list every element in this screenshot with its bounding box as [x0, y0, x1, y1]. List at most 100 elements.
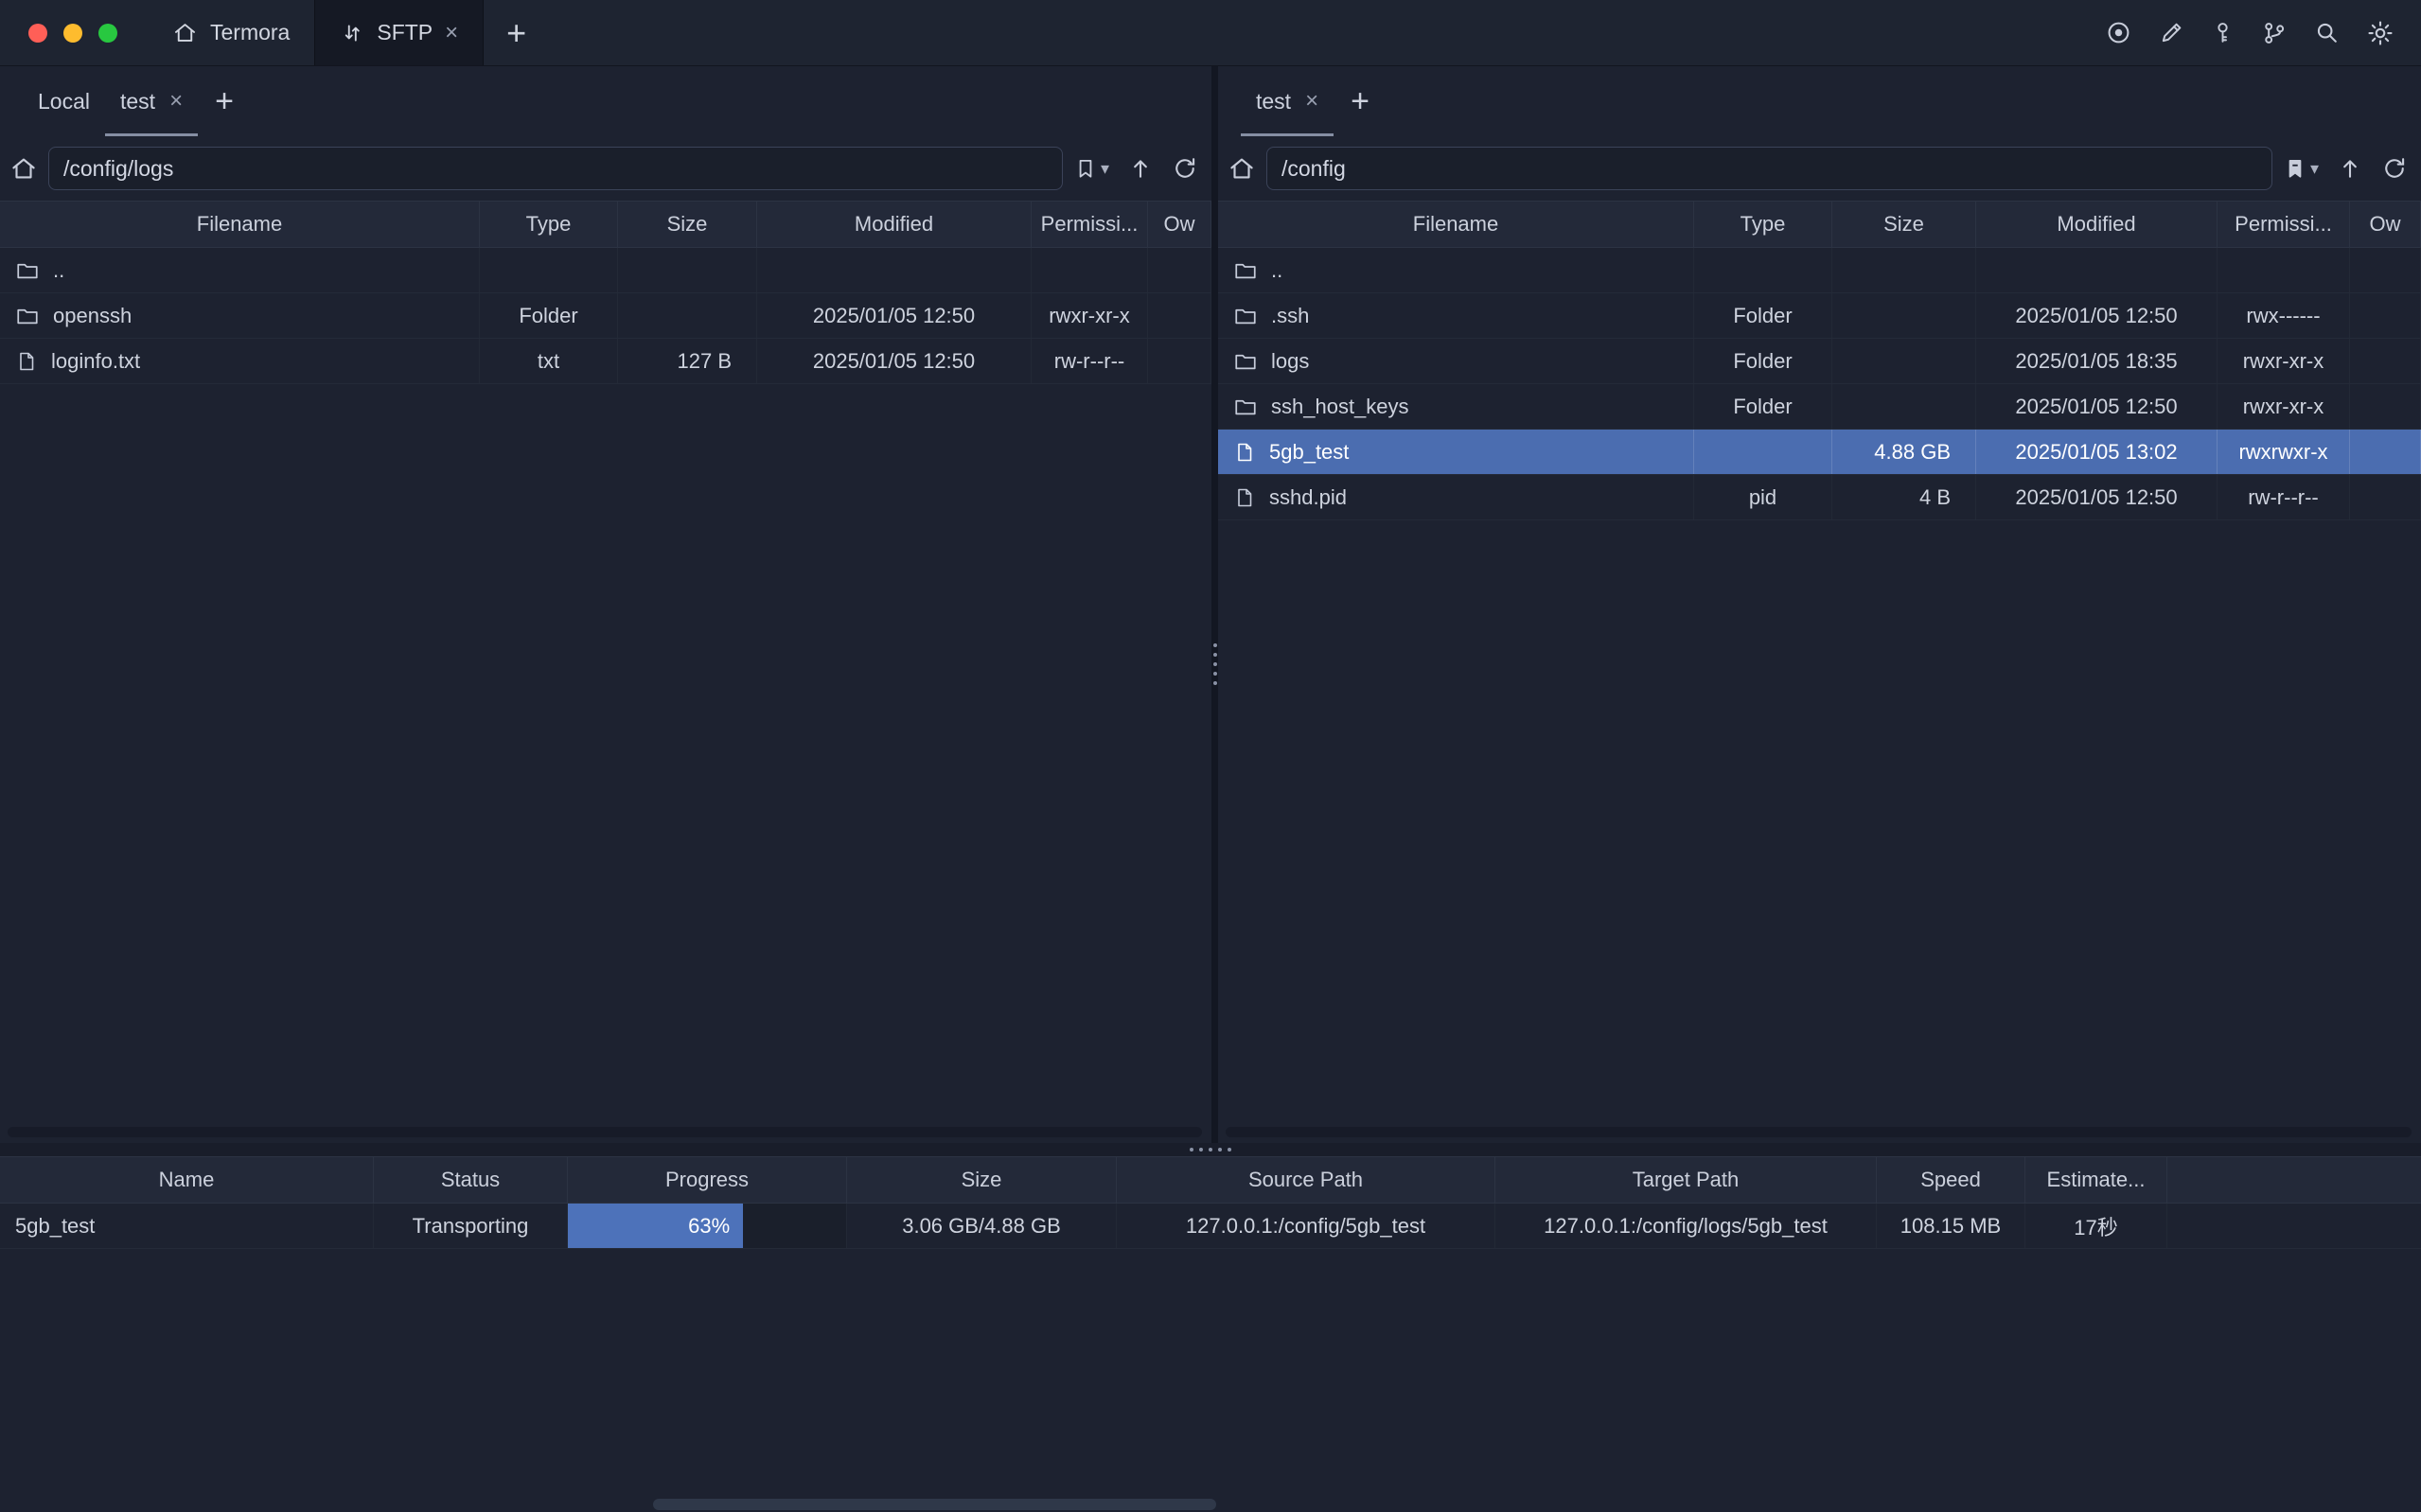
- tab-label: test: [1256, 89, 1291, 114]
- transfer-row[interactable]: 5gb_testTransporting63%3.06 GB/4.88 GB12…: [0, 1204, 2421, 1249]
- file-row[interactable]: opensshFolder2025/01/05 12:50rwxr-xr-x: [0, 293, 1211, 339]
- file-row[interactable]: logsFolder2025/01/05 18:35rwxr-xr-x: [1218, 339, 2421, 384]
- parent-directory-button[interactable]: [1127, 155, 1154, 182]
- tab-test-left[interactable]: test ×: [105, 66, 198, 136]
- keys-button[interactable]: [2210, 20, 2235, 45]
- horizontal-scrollbar-right[interactable]: [1226, 1127, 2412, 1137]
- size-cell: [1832, 339, 1976, 383]
- column-header-permissi[interactable]: Permissi...: [1032, 202, 1148, 247]
- column-header-type[interactable]: Type: [1694, 202, 1832, 247]
- column-header-name[interactable]: Name: [0, 1157, 374, 1203]
- zoom-window-button[interactable]: [98, 24, 117, 43]
- path-input-right[interactable]: [1266, 147, 2272, 190]
- pane-splitter[interactable]: [1211, 66, 1218, 1143]
- type-cell: Folder: [1694, 293, 1832, 338]
- column-header-status[interactable]: Status: [374, 1157, 568, 1203]
- key-icon: [2210, 20, 2235, 45]
- estimate-cell: 17秒: [2025, 1204, 2167, 1248]
- transfer-row-filler: [2167, 1204, 2421, 1248]
- file-row[interactable]: ..: [1218, 248, 2421, 293]
- tab-termora[interactable]: Termora: [148, 0, 314, 65]
- modified-cell: 2025/01/05 12:50: [1976, 293, 2218, 338]
- bookmark-button[interactable]: [1073, 156, 1098, 181]
- refresh-button[interactable]: [1172, 155, 1198, 182]
- column-header-size[interactable]: Size: [847, 1157, 1117, 1203]
- new-tab-button-left[interactable]: +: [198, 66, 251, 136]
- tab-local[interactable]: Local: [23, 66, 105, 136]
- column-header-filler: [2167, 1157, 2421, 1203]
- speed-cell: 108.15 MB: [1877, 1204, 2025, 1248]
- filename-cell: .ssh: [1218, 293, 1694, 338]
- parent-directory-button[interactable]: [2337, 155, 2363, 182]
- type-cell: [1694, 430, 1832, 474]
- window-controls: [0, 0, 148, 65]
- home-button[interactable]: [1228, 154, 1256, 183]
- file-row[interactable]: loginfo.txttxt127 B2025/01/05 12:50rw-r-…: [0, 339, 1211, 384]
- horizontal-scrollbar-transfers[interactable]: [653, 1499, 1216, 1510]
- splitter-grip-icon: [1190, 1148, 1231, 1152]
- file-row[interactable]: 5gb_test4.88 GB2025/01/05 13:02rwxrwxr-x: [1218, 430, 2421, 475]
- right-file-pane: test × + ▾: [1218, 66, 2421, 1143]
- path-input-left[interactable]: [48, 147, 1063, 190]
- column-header-targetpath[interactable]: Target Path: [1495, 1157, 1877, 1203]
- file-row[interactable]: sshd.pidpid4 B2025/01/05 12:50rw-r--r--: [1218, 475, 2421, 520]
- column-header-modified[interactable]: Modified: [757, 202, 1032, 247]
- close-tab-icon[interactable]: ×: [169, 90, 183, 113]
- file-row[interactable]: ..: [0, 248, 1211, 293]
- tab-sftp[interactable]: SFTP ×: [314, 0, 484, 65]
- column-header-sourcepath[interactable]: Source Path: [1117, 1157, 1495, 1203]
- new-window-tab-button[interactable]: +: [484, 0, 549, 65]
- column-header-permissi[interactable]: Permissi...: [2218, 202, 2350, 247]
- search-button[interactable]: [2313, 19, 2341, 46]
- column-header-estimate[interactable]: Estimate...: [2025, 1157, 2167, 1203]
- column-header-ow[interactable]: Ow: [2350, 202, 2421, 247]
- column-header-modified[interactable]: Modified: [1976, 202, 2218, 247]
- filename-cell: ssh_host_keys: [1218, 384, 1694, 429]
- column-header-progress[interactable]: Progress: [568, 1157, 847, 1203]
- column-header-filename[interactable]: Filename: [0, 202, 480, 247]
- type-cell: [1694, 248, 1832, 292]
- column-header-type[interactable]: Type: [480, 202, 618, 247]
- type-cell: Folder: [1694, 339, 1832, 383]
- close-tab-icon[interactable]: ×: [445, 22, 458, 44]
- settings-button[interactable]: [2366, 19, 2394, 47]
- edit-button[interactable]: [2158, 20, 2184, 46]
- right-pane-tabs: test × +: [1218, 66, 2421, 136]
- permissions-cell: rwxr-xr-x: [2218, 339, 2350, 383]
- snippets-button[interactable]: [2261, 20, 2288, 46]
- new-tab-button-right[interactable]: +: [1334, 66, 1387, 136]
- tab-test-right[interactable]: test ×: [1241, 66, 1334, 136]
- bookmark-dropdown-button[interactable]: ▾: [1101, 159, 1109, 179]
- transfers-splitter[interactable]: [0, 1143, 2421, 1156]
- search-icon: [2313, 19, 2341, 46]
- modified-cell: [757, 248, 1032, 292]
- bookmark-dropdown-button[interactable]: ▾: [2310, 159, 2319, 179]
- record-button[interactable]: [2105, 19, 2132, 46]
- column-header-filename[interactable]: Filename: [1218, 202, 1694, 247]
- column-header-ow[interactable]: Ow: [1148, 202, 1211, 247]
- column-header-size[interactable]: Size: [1832, 202, 1976, 247]
- bookmark-button[interactable]: [2283, 156, 2307, 181]
- type-cell: Folder: [1694, 384, 1832, 429]
- chevron-down-icon: ▾: [2310, 159, 2319, 179]
- file-icon: [1233, 441, 1256, 464]
- size-cell: [1832, 293, 1976, 338]
- close-window-button[interactable]: [28, 24, 47, 43]
- owner-cell: [2350, 339, 2421, 383]
- size-cell: 3.06 GB/4.88 GB: [847, 1204, 1117, 1248]
- filename-cell: logs: [1218, 339, 1694, 383]
- file-row[interactable]: ssh_host_keysFolder2025/01/05 12:50rwxr-…: [1218, 384, 2421, 430]
- owner-cell: [2350, 430, 2421, 474]
- titlebar: Termora SFTP × +: [0, 0, 2421, 66]
- arrow-up-icon: [1127, 155, 1154, 182]
- horizontal-scrollbar-left[interactable]: [8, 1127, 1202, 1137]
- refresh-button[interactable]: [2381, 155, 2408, 182]
- column-header-size[interactable]: Size: [618, 202, 757, 247]
- home-button[interactable]: [9, 154, 38, 183]
- close-tab-icon[interactable]: ×: [1305, 90, 1318, 113]
- column-header-speed[interactable]: Speed: [1877, 1157, 2025, 1203]
- file-row[interactable]: .sshFolder2025/01/05 12:50rwx------: [1218, 293, 2421, 339]
- filename-cell: sshd.pid: [1218, 475, 1694, 519]
- minimize-window-button[interactable]: [63, 24, 82, 43]
- type-cell: Folder: [480, 293, 618, 338]
